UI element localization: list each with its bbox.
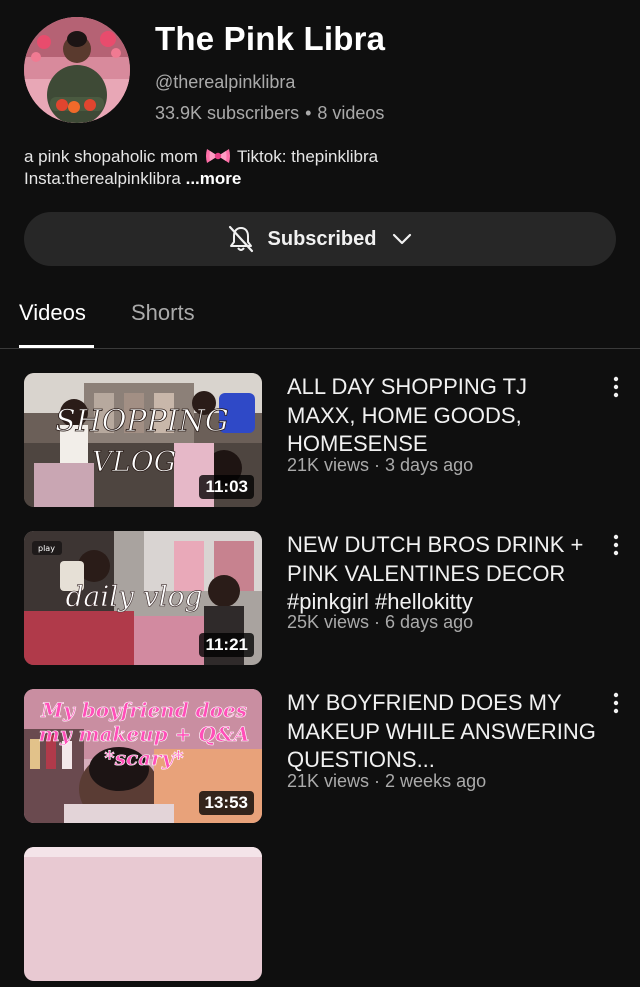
thumbnail-text: daily vlog [66, 580, 203, 613]
subscriber-count: 33.9K subscribers [155, 103, 300, 123]
video-thumbnail[interactable]: play daily vlog 11:21 [24, 531, 262, 665]
video-thumbnail[interactable]: SHOPPING VLOG 11:03 [24, 373, 262, 507]
more-options-icon[interactable] [608, 533, 624, 557]
video-duration: 13:53 [198, 791, 254, 815]
video-item[interactable]: play daily vlog 11:21 NEW DUTCH BROS DRI… [0, 531, 640, 671]
active-tab-indicator [19, 345, 94, 348]
description-text-1: a pink shopaholic mom [24, 147, 198, 166]
channel-description[interactable]: a pink shopaholic mom Tiktok: thepinklib… [24, 146, 614, 190]
video-meta: 21K views · 3 days ago [287, 455, 474, 475]
video-title[interactable]: NEW DUTCH BROS DRINK + PINK VALENTINES D… [287, 531, 597, 617]
thumbnail-text: my makeup + Q&A [39, 722, 250, 746]
video-title[interactable]: MY BOYFRIEND DOES MY MAKEUP WHILE ANSWER… [287, 689, 597, 775]
thumbnail-text: SHOPPING [55, 404, 229, 439]
description-text-2: Tiktok: thepinklibra [232, 147, 379, 166]
video-meta: 21K views · 2 weeks ago [287, 771, 487, 791]
video-title[interactable]: ALL DAY SHOPPING TJ MAXX, HOME GOODS, HO… [287, 373, 597, 459]
thumbnail-text: play [38, 544, 55, 553]
more-link[interactable]: ...more [186, 169, 242, 188]
video-meta: 25K views · 6 days ago [287, 612, 474, 632]
tab-shorts[interactable]: Shorts [131, 300, 195, 326]
video-thumbnail[interactable] [24, 847, 262, 981]
pink-bow-icon [205, 149, 230, 163]
channel-title: The Pink Libra [155, 20, 386, 57]
channel-avatar[interactable] [24, 17, 130, 123]
thumbnail-text: *scary* [104, 746, 184, 770]
subscribed-label: Subscribed [267, 227, 377, 250]
stats-separator: • [305, 103, 312, 123]
thumbnail-text: My boyfriend does [40, 698, 247, 722]
subscribed-button[interactable]: Subscribed [24, 212, 616, 266]
thumbnail-text: VLOG [92, 445, 176, 478]
more-options-icon[interactable] [608, 691, 624, 715]
video-count: 8 videos [317, 103, 385, 123]
channel-stats: 33.9K subscribers • 8 videos [155, 103, 384, 124]
more-options-icon[interactable] [608, 375, 624, 399]
bell-off-icon [228, 225, 253, 253]
video-thumbnail[interactable]: My boyfriend does my makeup + Q&A *scary… [24, 689, 262, 823]
description-text-3: Insta:therealpinklibra [24, 169, 186, 188]
tab-videos[interactable]: Videos [19, 300, 86, 326]
video-item[interactable]: SHOPPING VLOG 11:03 ALL DAY SHOPPING TJ … [0, 373, 640, 513]
video-item[interactable] [0, 847, 640, 987]
video-duration: 11:03 [199, 475, 254, 499]
video-item[interactable]: My boyfriend does my makeup + Q&A *scary… [0, 689, 640, 829]
channel-handle: @therealpinklibra [155, 72, 296, 92]
chevron-down-icon [393, 233, 412, 245]
channel-tabs: Videos Shorts [0, 290, 640, 349]
video-duration: 11:21 [199, 633, 254, 657]
